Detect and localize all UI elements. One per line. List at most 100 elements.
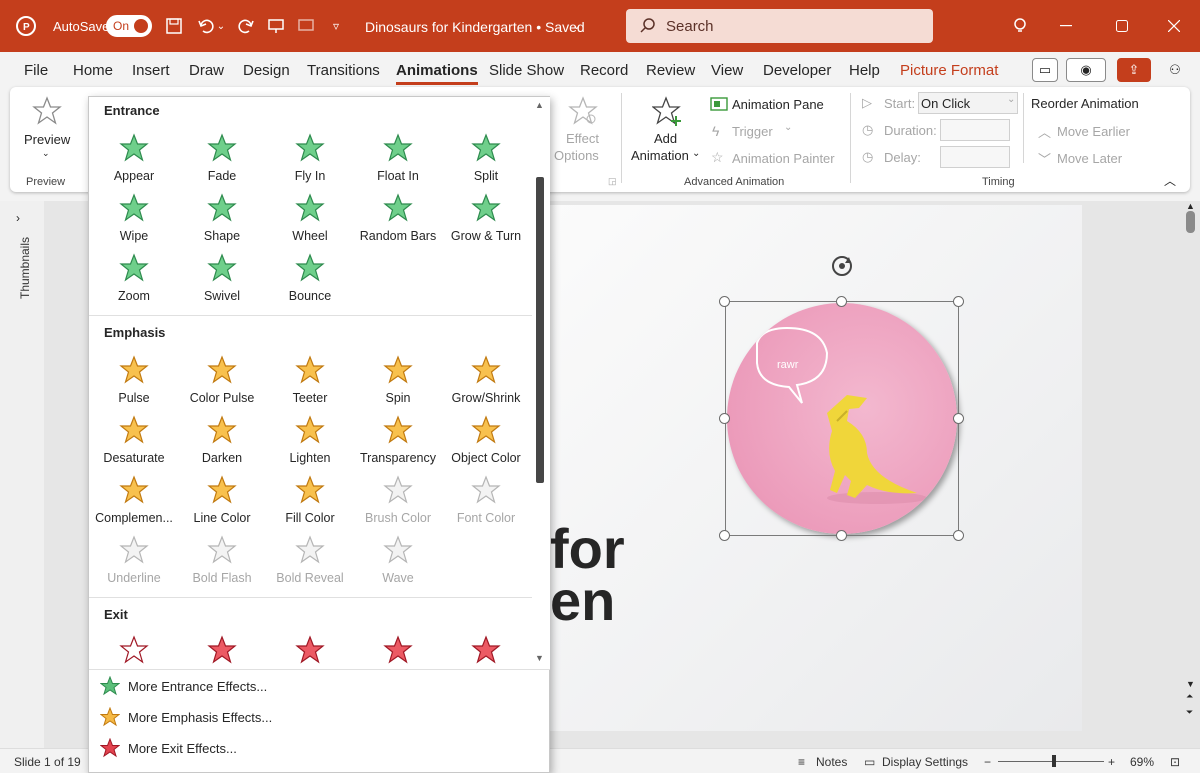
effect-spin[interactable]: Spin — [354, 353, 442, 411]
more-entrance-effects-item[interactable]: More Entrance Effects... — [99, 673, 539, 699]
effect-font-color[interactable]: Font Color — [442, 473, 530, 531]
maximize-icon[interactable] — [1110, 14, 1134, 38]
effect-fill-color[interactable]: Fill Color — [266, 473, 354, 531]
thumbnails-label[interactable]: Thumbnails — [18, 237, 32, 299]
tab-home[interactable]: Home — [73, 62, 113, 79]
resize-handle[interactable] — [719, 530, 730, 541]
effect-bold-reveal[interactable]: Bold Reveal — [266, 533, 354, 591]
next-slide-icon[interactable]: ⏷ — [1186, 707, 1193, 718]
tab-record[interactable]: Record — [580, 62, 628, 79]
minimize-icon[interactable] — [1054, 14, 1078, 38]
effect-split[interactable]: Split — [442, 131, 530, 189]
gallery-scrollbar-thumb[interactable] — [536, 177, 544, 483]
start-select[interactable]: On Click ⌄ — [918, 92, 1018, 114]
effect-brush-color[interactable]: Brush Color — [354, 473, 442, 531]
effect-swivel[interactable]: Swivel — [178, 251, 266, 309]
comments-button[interactable]: ▭ — [1032, 58, 1058, 82]
lightbulb-icon[interactable] — [1008, 14, 1032, 38]
effect-bold-flash[interactable]: Bold Flash — [178, 533, 266, 591]
notes-icon[interactable]: ≡ — [798, 755, 805, 769]
tab-draw[interactable]: Draw — [189, 62, 224, 79]
customize-qat-icon[interactable]: ▿ — [324, 14, 348, 38]
effect-complemen[interactable]: Complemen... — [90, 473, 178, 531]
effect-float-in[interactable]: Float In — [354, 131, 442, 189]
tab-file[interactable]: File — [24, 62, 48, 79]
previous-slide-icon[interactable]: ⏶ — [1186, 691, 1193, 702]
resize-handle[interactable] — [836, 296, 847, 307]
zoom-out-icon[interactable]: − — [984, 755, 991, 769]
zoom-slider-thumb[interactable] — [1051, 755, 1056, 767]
add-animation-button[interactable]: Add Animation ⌄ — [628, 94, 704, 166]
effect-object-color[interactable]: Object Color — [442, 413, 530, 471]
fit-to-window-icon[interactable]: ⊡ — [1170, 755, 1180, 769]
exit-effect-star-icon[interactable] — [383, 635, 413, 665]
exit-effect-star-icon[interactable] — [295, 635, 325, 665]
tab-help[interactable]: Help — [849, 62, 880, 79]
search-box[interactable] — [626, 9, 933, 43]
exit-effect-star-icon[interactable] — [471, 635, 501, 665]
display-settings-button[interactable]: Display Settings — [882, 755, 968, 769]
gallery-scrollbar[interactable]: ▲ ▼ — [532, 97, 550, 669]
exit-effect-star-icon[interactable] — [119, 635, 149, 665]
effect-random-bars[interactable]: Random Bars — [354, 191, 442, 249]
effect-lighten[interactable]: Lighten — [266, 413, 354, 471]
effect-desaturate[interactable]: Desaturate — [90, 413, 178, 471]
tab-review[interactable]: Review — [646, 62, 695, 79]
delay-field[interactable] — [940, 146, 1010, 168]
resize-handle[interactable] — [953, 530, 964, 541]
dialog-launcher-icon[interactable]: ◲ — [608, 176, 617, 187]
document-title[interactable]: Dinosaurs for Kindergarten • Saved — [365, 19, 585, 35]
move-later-button[interactable]: ﹀ Move Later — [1036, 149, 1136, 169]
tab-insert[interactable]: Insert — [132, 62, 170, 79]
comment-icon[interactable] — [294, 14, 318, 38]
expand-thumbnails-icon[interactable]: › — [16, 211, 20, 225]
duration-field[interactable] — [940, 119, 1010, 141]
effect-teeter[interactable]: Teeter — [266, 353, 354, 411]
gallery-scroll-down-icon[interactable]: ▼ — [535, 653, 544, 663]
resize-handle[interactable] — [953, 413, 964, 424]
animation-painter-button[interactable]: ☆ Animation Painter — [710, 149, 840, 169]
person-icon[interactable]: ⚇ — [1162, 58, 1188, 82]
effect-wave[interactable]: Wave — [354, 533, 442, 591]
collapse-ribbon-icon[interactable]: ︿ — [1164, 172, 1176, 189]
effect-color-pulse[interactable]: Color Pulse — [178, 353, 266, 411]
close-icon[interactable] — [1162, 14, 1186, 38]
save-icon[interactable] — [162, 14, 186, 38]
autosave-toggle[interactable]: On — [106, 15, 152, 37]
tab-animations[interactable]: Animations — [396, 62, 478, 85]
notes-button[interactable]: Notes — [816, 755, 847, 769]
search-input[interactable] — [666, 15, 916, 37]
slide-title-text-2[interactable]: en — [550, 568, 615, 633]
record-button[interactable]: ◉ — [1066, 58, 1106, 82]
effect-appear[interactable]: Appear — [90, 131, 178, 189]
effect-shape[interactable]: Shape — [178, 191, 266, 249]
tab-transitions[interactable]: Transitions — [307, 62, 380, 79]
effect-options-button[interactable]: Effect Options — [552, 94, 614, 166]
title-dropdown-icon[interactable]: ⌄ — [572, 19, 581, 32]
more-emphasis-effects-item[interactable]: More Emphasis Effects... — [99, 704, 539, 730]
trigger-button[interactable]: ϟ Trigger ⌄ — [710, 122, 800, 142]
vertical-scrollbar[interactable]: ▲ ▼ ⏶ ⏷ — [1182, 201, 1200, 748]
effect-fly-in[interactable]: Fly In — [266, 131, 354, 189]
redo-icon[interactable] — [234, 14, 258, 38]
scrollbar-thumb[interactable] — [1186, 211, 1195, 233]
animation-pane-button[interactable]: Animation Pane — [710, 95, 840, 115]
zoom-level[interactable]: 69% — [1130, 755, 1154, 769]
zoom-in-icon[interactable]: + — [1108, 755, 1115, 769]
undo-dropdown-icon[interactable]: ⌄ — [214, 14, 228, 38]
gallery-scroll-up-icon[interactable]: ▲ — [535, 100, 544, 110]
effect-fade[interactable]: Fade — [178, 131, 266, 189]
effect-underline[interactable]: Underline — [90, 533, 178, 591]
effect-darken[interactable]: Darken — [178, 413, 266, 471]
effect-grow-turn[interactable]: Grow & Turn — [442, 191, 530, 249]
effect-pulse[interactable]: Pulse — [90, 353, 178, 411]
resize-handle[interactable] — [836, 530, 847, 541]
effect-transparency[interactable]: Transparency — [354, 413, 442, 471]
resize-handle[interactable] — [953, 296, 964, 307]
scroll-up-icon[interactable]: ▲ — [1186, 201, 1195, 211]
present-icon[interactable] — [264, 14, 288, 38]
more-exit-effects-item[interactable]: More Exit Effects... — [99, 735, 539, 761]
tab-developer[interactable]: Developer — [763, 62, 831, 79]
display-settings-icon[interactable]: ▭ — [864, 755, 875, 769]
tab-picture-format[interactable]: Picture Format — [900, 62, 998, 79]
